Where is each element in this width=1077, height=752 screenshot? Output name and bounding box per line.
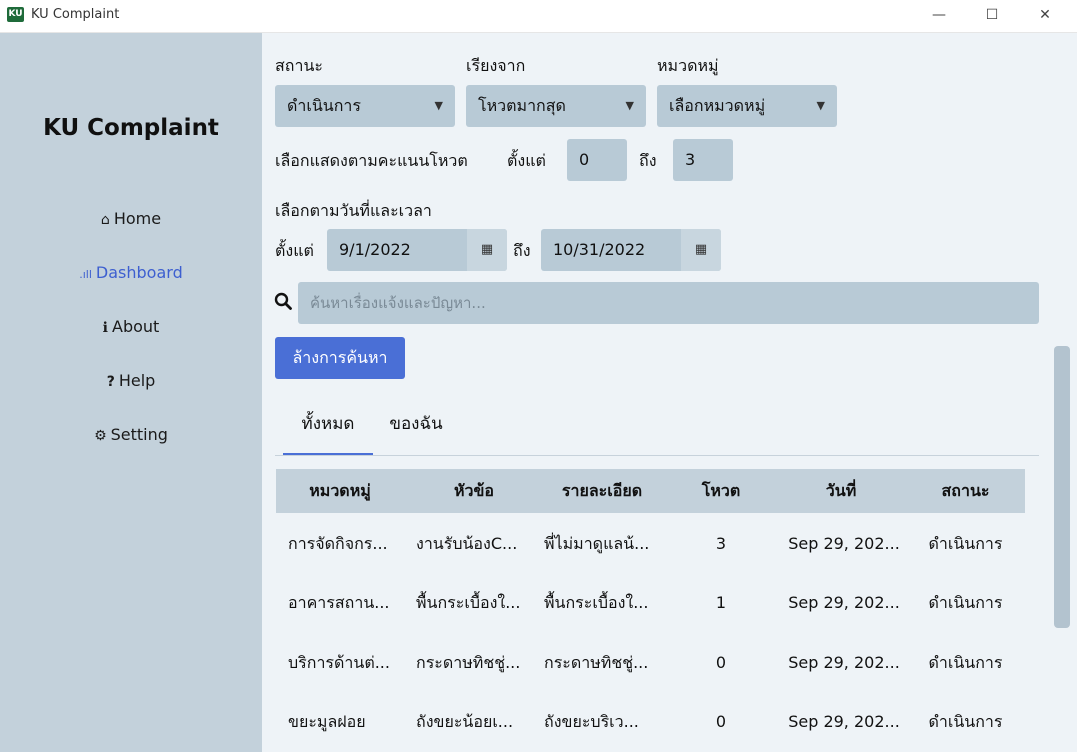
vote-to-label: ถึง	[639, 151, 657, 170]
sidebar-item-label: Setting	[110, 425, 168, 444]
gear-icon: ⚙	[94, 428, 107, 444]
cell-detail: กระดาษทิชชู่...	[544, 653, 649, 672]
sidebar-item-label: Help	[118, 371, 156, 390]
close-button[interactable]: ✕	[1022, 4, 1068, 26]
category-select[interactable]: เลือกหมวดหมู่ ▼	[657, 85, 837, 127]
calendar-icon[interactable]: ▦	[467, 229, 507, 271]
app-logo: KU	[7, 7, 24, 22]
cell-detail: พื้นกระเบื้องใ...	[544, 593, 649, 612]
cell-date: Sep 29, 202...	[788, 534, 900, 553]
vertical-scrollbar[interactable]	[1054, 346, 1070, 628]
sidebar-item-label: Home	[113, 209, 162, 228]
sort-label: เรียงจาก	[466, 56, 526, 75]
cell-status: ดำเนินการ	[928, 593, 1003, 612]
date-filter-label: เลือกตามวันที่และเวลา	[275, 201, 432, 220]
column-header-date[interactable]: วันที่	[776, 469, 906, 513]
status-select[interactable]: ดำเนินการ ▼	[275, 85, 455, 127]
status-select-value: ดำเนินการ	[287, 96, 361, 115]
sidebar-item-dashboard[interactable]: .ıll Dashboard	[0, 263, 262, 282]
sidebar-item-label: Dashboard	[95, 263, 183, 282]
table-row[interactable]: บริการด้านต่... กระดาษทิชชู่... กระดาษทิ…	[276, 633, 1025, 692]
cell-status: ดำเนินการ	[928, 712, 1003, 731]
cell-category: อาคารสถาน...	[288, 593, 390, 612]
cell-status: ดำเนินการ	[928, 534, 1003, 553]
tab-mine[interactable]: ของฉัน	[378, 405, 454, 453]
sort-select[interactable]: โหวตมากสุด ▼	[466, 85, 646, 127]
column-header-status[interactable]: สถานะ	[906, 469, 1025, 513]
cell-category: การจัดกิจกร...	[288, 534, 388, 553]
search-input[interactable]: ค้นหาเรื่องแจ้งและปัญหา...	[298, 282, 1039, 324]
title-bar: KU KU Complaint — ☐ ✕	[0, 0, 1077, 33]
vote-from-label: ตั้งแต่	[507, 151, 546, 170]
date-from-label: ตั้งแต่	[275, 241, 314, 260]
status-label: สถานะ	[275, 56, 323, 75]
info-circle-icon: ℹ	[102, 320, 108, 336]
brand-title: KU Complaint	[43, 115, 219, 141]
home-icon: ⌂	[100, 212, 110, 228]
table-header: หมวดหมู่ หัวข้อ รายละเอียด โหวต วันที่ ส…	[276, 469, 1025, 513]
cell-detail: ถังขยะบริเว...	[544, 712, 639, 731]
sidebar-item-help[interactable]: ? Help	[0, 371, 262, 390]
vote-to-input[interactable]: 3	[673, 139, 733, 181]
category-label: หมวดหมู่	[657, 56, 719, 75]
search-icon	[274, 292, 292, 310]
cell-topic: พื้นกระเบื้องใ...	[416, 593, 521, 612]
table-row[interactable]: การจัดกิจกร... งานรับน้องC... พี่ไม่มาดู…	[276, 514, 1025, 573]
cell-topic: กระดาษทิชชู่...	[416, 653, 521, 672]
calendar-icon[interactable]: ▦	[681, 229, 721, 271]
minimize-button[interactable]: —	[916, 4, 962, 26]
sidebar-item-home[interactable]: ⌂ Home	[0, 209, 262, 228]
chevron-down-icon: ▼	[625, 99, 634, 112]
table-row[interactable]: อาคารสถาน... พื้นกระเบื้องใ... พื้นกระเบ…	[276, 573, 1025, 632]
column-header-topic[interactable]: หัวข้อ	[410, 469, 538, 513]
cell-category: บริการด้านต่...	[288, 653, 390, 672]
tab-divider	[275, 455, 1039, 456]
cell-status: ดำเนินการ	[928, 653, 1003, 672]
sidebar-item-about[interactable]: ℹ About	[0, 317, 262, 336]
vote-from-input[interactable]: 0	[567, 139, 627, 181]
column-header-votes[interactable]: โหวต	[666, 469, 776, 513]
cell-date: Sep 29, 202...	[788, 653, 900, 672]
category-select-value: เลือกหมวดหมู่	[669, 96, 766, 115]
window-title: KU Complaint	[31, 7, 120, 22]
cell-votes: 0	[715, 653, 727, 672]
column-header-category[interactable]: หมวดหมู่	[276, 469, 404, 513]
cell-detail: พี่ไม่มาดูแลน้...	[544, 534, 650, 553]
chevron-down-icon: ▼	[434, 99, 443, 112]
question-icon: ?	[106, 374, 115, 390]
cell-date: Sep 29, 202...	[788, 712, 900, 731]
sort-select-value: โหวตมากสุด	[478, 96, 566, 115]
cell-date: Sep 29, 202...	[788, 593, 900, 612]
cell-topic: ถังขยะน้อยเ...	[416, 712, 514, 731]
clear-search-button[interactable]: ล้างการค้นหา	[275, 337, 405, 379]
sidebar: KU Complaint ⌂ Home .ıll Dashboard ℹ About …	[0, 33, 262, 752]
sidebar-item-label: About	[112, 317, 160, 336]
vote-filter-label: เลือกแสดงตามคะแนนโหวต	[275, 151, 468, 170]
signal-bars-icon: .ıll	[79, 268, 92, 281]
cell-topic: งานรับน้องC...	[416, 534, 518, 553]
tab-all[interactable]: ทั้งหมด	[283, 405, 373, 456]
cell-votes: 3	[715, 534, 727, 553]
cell-category: ขยะมูลฝอย	[288, 712, 366, 731]
date-to-label: ถึง	[513, 241, 531, 260]
column-header-detail[interactable]: รายละเอียด	[538, 469, 666, 513]
cell-votes: 1	[715, 593, 727, 612]
sidebar-item-setting[interactable]: ⚙ Setting	[0, 425, 262, 444]
table-row[interactable]: ขยะมูลฝอย ถังขยะน้อยเ... ถังขยะบริเว... …	[276, 692, 1025, 751]
chevron-down-icon: ▼	[816, 99, 825, 112]
cell-votes: 0	[715, 712, 727, 731]
maximize-button[interactable]: ☐	[969, 4, 1015, 26]
